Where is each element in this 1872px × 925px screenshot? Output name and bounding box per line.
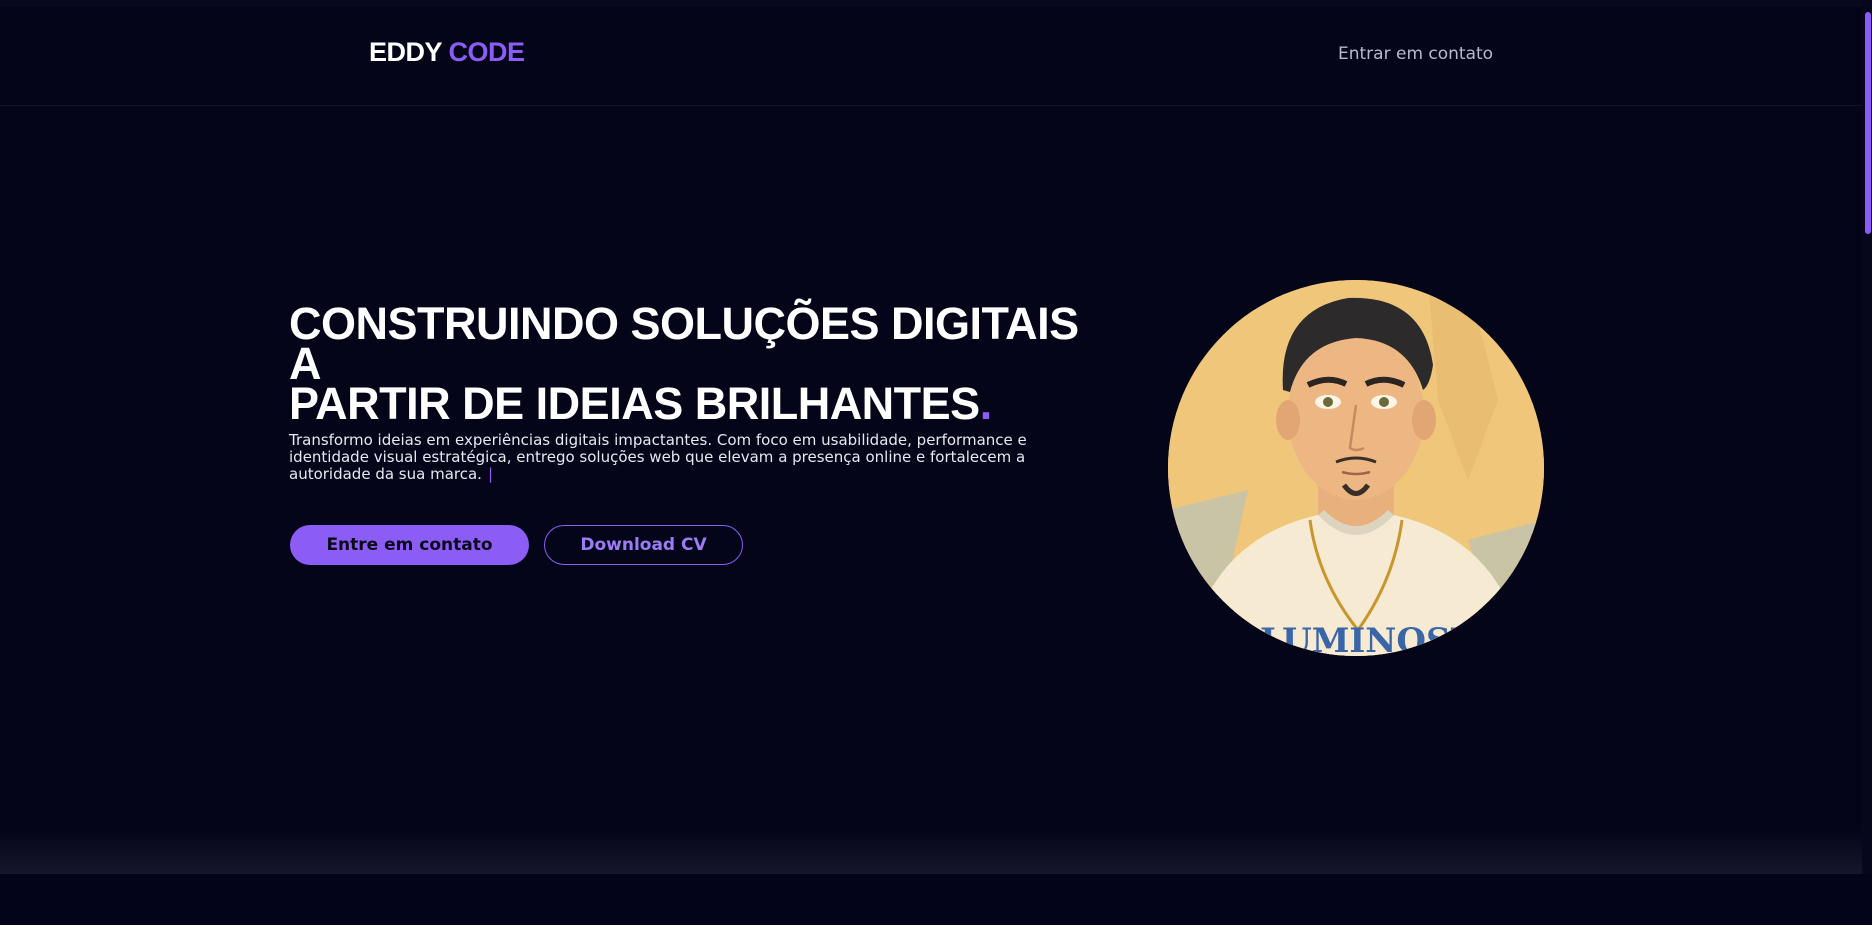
logo-text-primary: EDDY [369, 37, 442, 67]
logo[interactable]: EDDY CODE [369, 37, 525, 68]
scrollbar-thumb[interactable] [1865, 12, 1871, 234]
hero-title-dot: . [979, 378, 993, 429]
download-cv-button[interactable]: Download CV [544, 525, 743, 565]
top-strip [0, 0, 1872, 7]
bottom-strip [0, 874, 1872, 925]
logo-text-accent: CODE [448, 37, 526, 67]
avatar-illustration: ILLUMINOSTI [1168, 280, 1544, 656]
hero-description: Transformo ideias em experiências digita… [289, 432, 1069, 483]
hero-title-line1: CONSTRUINDO SOLUÇÕES DIGITAIS A [289, 298, 1079, 389]
hero-description-text: Transformo ideias em experiências digita… [289, 431, 1027, 483]
hero-title-line2: PARTIR DE IDEIAS BRILHANTES [289, 378, 980, 429]
nav-contact-link[interactable]: Entrar em contato [1338, 44, 1493, 64]
vertical-scrollbar[interactable] [1862, 0, 1872, 874]
page: EDDY CODE Entrar em contato CONSTRUINDO … [0, 0, 1872, 925]
hero-title: CONSTRUINDO SOLUÇÕES DIGITAIS A PARTIR D… [289, 301, 1079, 426]
site-header: EDDY CODE Entrar em contato [0, 7, 1862, 106]
contact-button[interactable]: Entre em contato [290, 525, 529, 565]
profile-avatar: ILLUMINOSTI [1168, 280, 1544, 656]
shirt-text: ILLUMINOSTI [1220, 621, 1492, 656]
section-fade [0, 830, 1862, 874]
typing-caret: | [487, 465, 493, 483]
